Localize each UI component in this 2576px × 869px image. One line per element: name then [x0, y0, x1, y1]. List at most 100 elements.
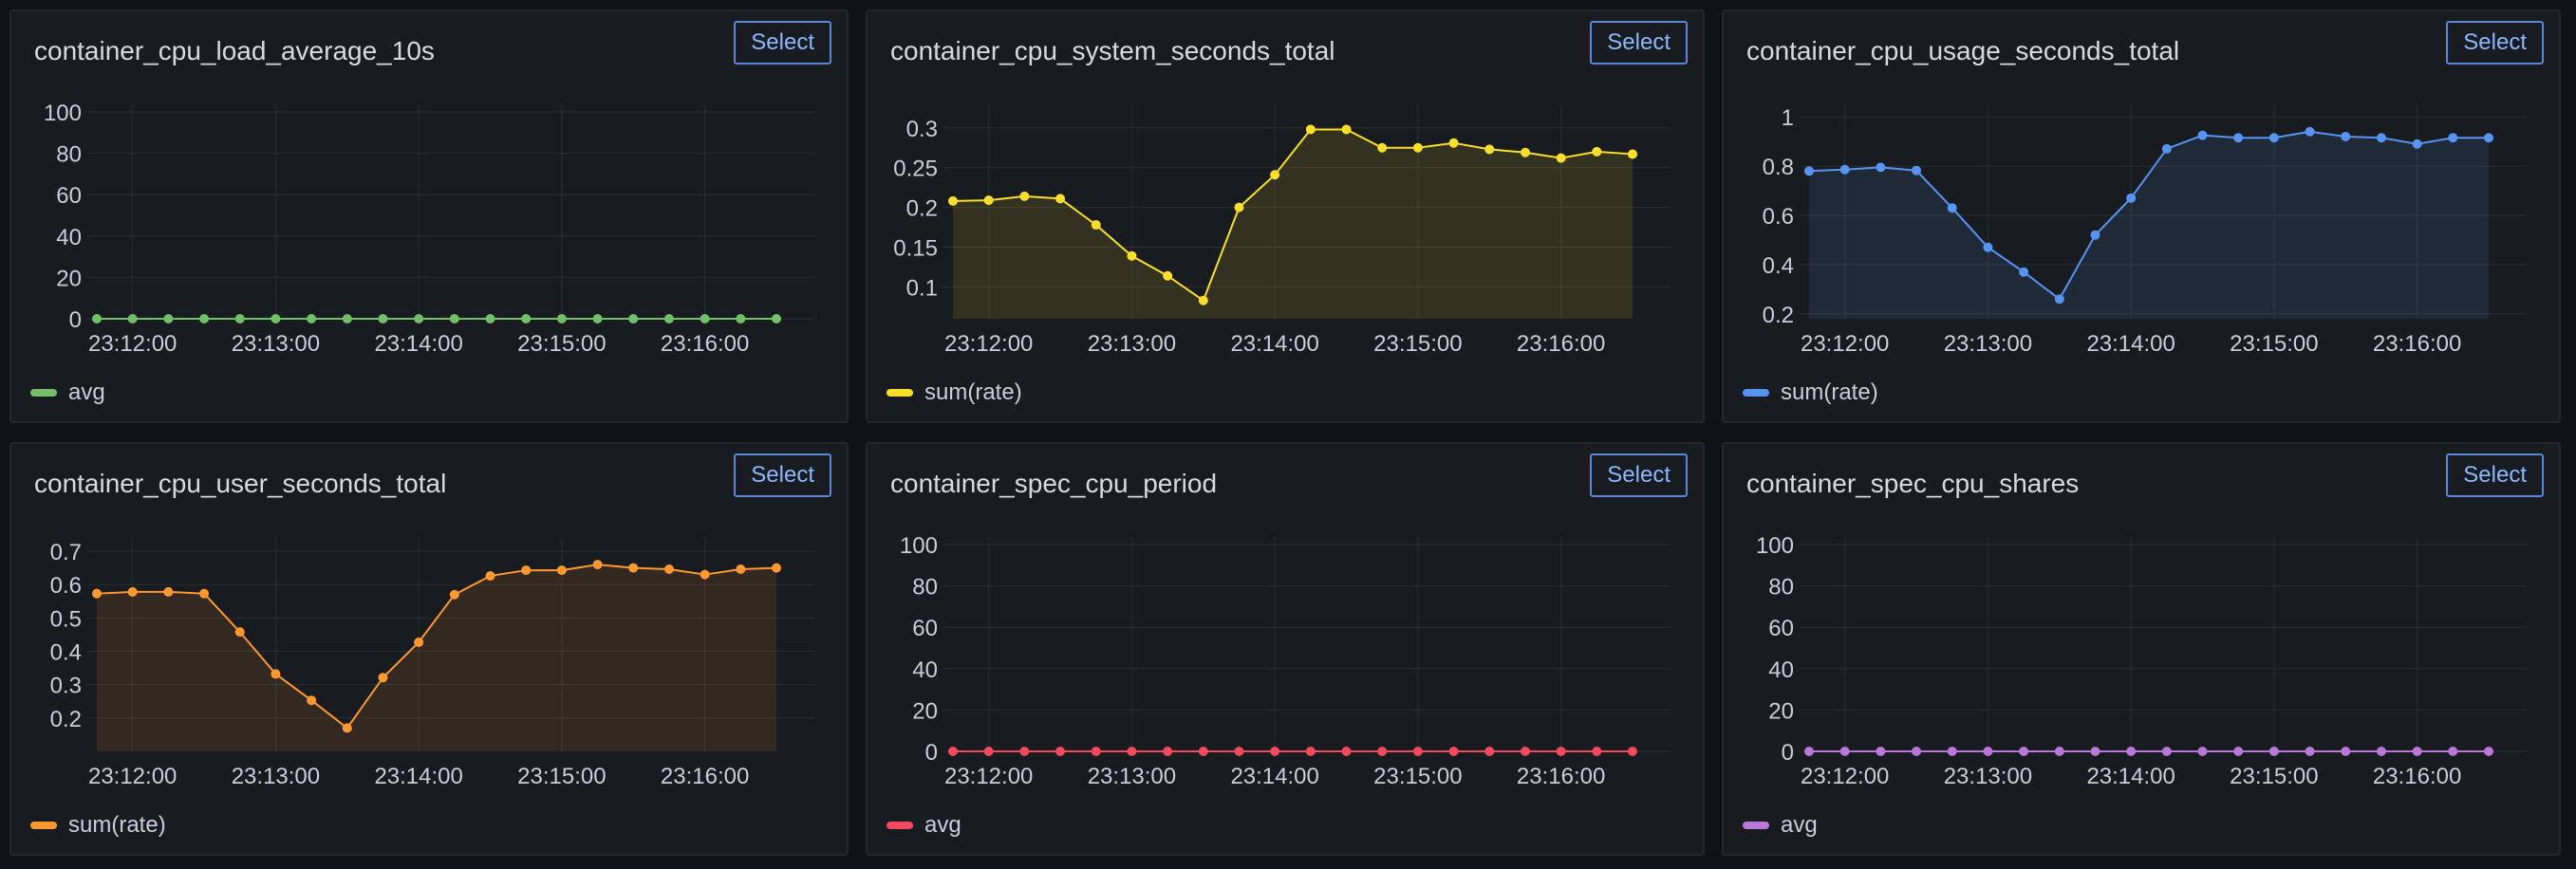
legend-swatch: [30, 389, 57, 397]
select-button[interactable]: Select: [2446, 453, 2544, 497]
chart-area[interactable]: 10080604020023:12:00 23:13:00 23:14:00 23:1…: [1724, 520, 2559, 804]
data-point: [663, 564, 674, 575]
data-point: [342, 723, 352, 733]
chart-area[interactable]: 1 0.8 0.6 0.4 0.2 23:12:00 23:13:00 23:14:00 23:…: [1724, 87, 2559, 372]
legend[interactable]: sum(rate): [1743, 379, 1878, 406]
data-point: [736, 564, 746, 575]
chart-area[interactable]: 0.7 0.6 0.5 0.4 0.3 0.2 23:12:00 23:13:00 23:14:…: [11, 520, 847, 804]
chart-area[interactable]: 10080604020023:12:00 23:13:00 23:14:00 23:1…: [868, 520, 1703, 804]
legend-label: sum(rate): [1781, 379, 1878, 405]
data-point: [2054, 294, 2064, 305]
legend-swatch: [1743, 822, 1769, 829]
x-tick-label: 23:15:00: [517, 331, 606, 357]
legend[interactable]: sum(rate): [887, 379, 1022, 406]
panel-title: container_spec_cpu_period: [890, 469, 1218, 498]
data-point: [592, 314, 603, 324]
data-point: [1947, 747, 1957, 756]
x-tick-label: 23:12:00: [1801, 764, 1889, 789]
data-point: [92, 588, 102, 599]
data-point: [628, 563, 639, 573]
data-point: [1412, 142, 1423, 153]
data-point: [1448, 138, 1459, 148]
data-point: [1377, 142, 1388, 153]
legend-swatch: [887, 822, 913, 829]
data-point: [1983, 242, 1993, 252]
data-point: [2090, 230, 2100, 240]
data-point: [1198, 295, 1208, 305]
y-tick-label: 100: [44, 101, 82, 126]
data-point: [2484, 747, 2493, 756]
legend-label: avg: [68, 379, 105, 405]
data-point: [1234, 747, 1244, 756]
data-point: [1628, 149, 1637, 159]
x-tick-label: 23:16:00: [2373, 331, 2461, 357]
x-tick-label: 23:14:00: [1230, 331, 1318, 357]
data-point: [1412, 747, 1423, 756]
y-tick-label: 80: [56, 142, 82, 168]
data-point: [2019, 747, 2029, 756]
legend[interactable]: avg: [30, 379, 105, 406]
y-tick-label: 0.8: [1763, 155, 1794, 180]
data-point: [2305, 126, 2315, 137]
x-tick-label: 23:14:00: [374, 764, 462, 789]
legend[interactable]: sum(rate): [30, 812, 166, 839]
data-point: [521, 314, 532, 324]
panel-spec-cpu-shares: container_spec_cpu_shares Select 100 80 60…: [1722, 442, 2561, 856]
y-tick-label: 40: [56, 225, 82, 250]
y-tick-label: 100: [1756, 533, 1794, 559]
data-point: [1270, 170, 1280, 180]
panel-title: container_cpu_load_average_10s: [34, 36, 435, 65]
data-point: [2268, 133, 2279, 143]
data-point: [736, 314, 746, 324]
data-point: [1592, 146, 1602, 157]
x-tick-label: 23:12:00: [944, 764, 1033, 789]
data-point: [663, 314, 674, 324]
data-point: [485, 314, 495, 324]
select-button[interactable]: Select: [2446, 21, 2544, 65]
data-point: [199, 588, 210, 599]
panel-title: container_cpu_user_seconds_total: [34, 469, 447, 498]
legend[interactable]: avg: [1743, 812, 1818, 839]
data-point: [307, 695, 317, 706]
data-point: [948, 747, 958, 756]
y-tick-label: 80: [912, 575, 938, 601]
chart-area[interactable]: 0.3 0.25 0.2 0.15 0.1 23:12:00 23:13:00 23:14:0…: [868, 87, 1703, 372]
y-tick-label: 40: [1768, 657, 1794, 683]
chart-area[interactable]: 10080604020023:12:00 23:13:00 23:14:00 23:1…: [11, 87, 847, 372]
y-tick-label: 20: [1768, 698, 1794, 724]
select-button[interactable]: Select: [1590, 453, 1688, 497]
data-point: [983, 747, 994, 756]
data-point: [1484, 144, 1495, 155]
y-tick-label: 100: [900, 533, 938, 559]
legend-swatch: [1743, 389, 1769, 397]
data-point: [1163, 270, 1173, 281]
y-tick-label: 0.6: [1763, 204, 1794, 230]
legend[interactable]: avg: [887, 812, 961, 839]
data-point: [2126, 193, 2137, 203]
x-tick-label: 23:15:00: [1373, 764, 1462, 789]
panel-spec-cpu-period: container_spec_cpu_period Select 100 80 60…: [866, 442, 1705, 856]
data-point: [772, 563, 781, 573]
data-point: [1091, 220, 1101, 231]
data-point: [1341, 124, 1352, 135]
legend-label: sum(rate): [924, 379, 1022, 405]
select-button[interactable]: Select: [1590, 21, 1688, 65]
legend-label: sum(rate): [68, 812, 166, 838]
y-tick-label: 20: [912, 698, 938, 724]
data-point: [1592, 747, 1602, 756]
y-tick-label: 0.1: [906, 275, 938, 301]
panel-cpu-usage-seconds: container_cpu_usage_seconds_total Select…: [1722, 9, 2561, 423]
data-point: [234, 627, 245, 638]
select-button[interactable]: Select: [734, 453, 831, 497]
select-button[interactable]: Select: [734, 21, 831, 65]
data-point: [2233, 133, 2244, 143]
y-tick-label: 0.5: [50, 606, 82, 632]
data-point: [1556, 747, 1566, 756]
data-point: [2161, 143, 2172, 154]
y-tick-label: 0.7: [50, 540, 82, 565]
data-point: [700, 314, 710, 324]
data-point: [1876, 747, 1886, 756]
x-tick-label: 23:16:00: [661, 331, 749, 357]
data-point: [2412, 139, 2422, 149]
data-point: [1556, 153, 1566, 163]
